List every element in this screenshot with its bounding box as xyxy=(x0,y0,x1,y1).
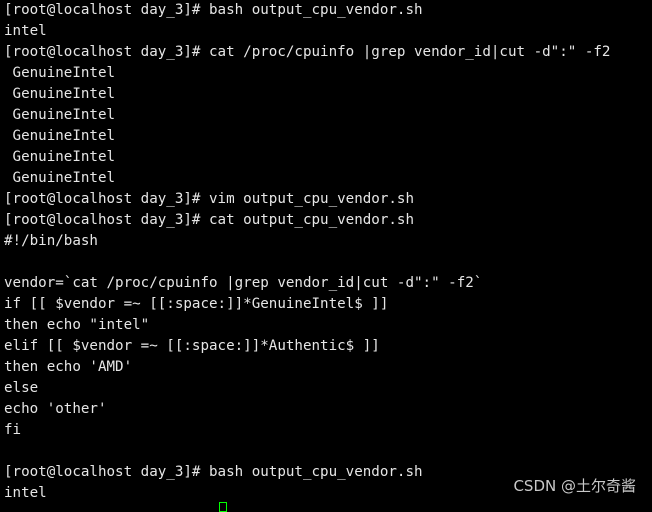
script-line-else: else xyxy=(4,380,39,396)
terminal-line-output: GenuineIntel xyxy=(4,107,116,123)
script-line-shebang: #!/bin/bash xyxy=(4,233,98,249)
script-line-then-intel: then echo "intel" xyxy=(4,317,150,333)
script-line-then-amd: then echo 'AMD' xyxy=(4,359,133,375)
script-line-if: if [[ $vendor =~ [[:space:]]*GenuineInte… xyxy=(4,296,389,312)
terminal-line-output: GenuineIntel xyxy=(4,170,116,186)
terminal-line-prompt-command: [root@localhost day_3]# cat /proc/cpuinf… xyxy=(4,44,611,60)
script-line-elif: elif [[ $vendor =~ [[:space:]]*Authentic… xyxy=(4,338,380,354)
terminal-line-output: GenuineIntel xyxy=(4,149,116,165)
csdn-watermark: CSDN @土尔奇酱 xyxy=(513,477,636,495)
terminal-line-output: GenuineIntel xyxy=(4,128,116,144)
terminal-line-prompt-command: [root@localhost day_3]# vim output_cpu_v… xyxy=(4,191,414,207)
script-line-blank xyxy=(4,252,652,273)
script-line-vendor-assign: vendor=`cat /proc/cpuinfo |grep vendor_i… xyxy=(4,275,483,291)
terminal-line-prompt-command: [root@localhost day_3]# bash output_cpu_… xyxy=(4,2,423,18)
script-line-fi: fi xyxy=(4,422,22,438)
terminal-cursor xyxy=(219,502,227,512)
terminal-line-output: GenuineIntel xyxy=(4,65,116,81)
terminal-line-output: GenuineIntel xyxy=(4,86,116,102)
script-line-echo-other: echo 'other' xyxy=(4,401,107,417)
terminal-window[interactable]: [root@localhost day_3]# bash output_cpu_… xyxy=(0,0,652,506)
terminal-line-output: intel xyxy=(4,23,47,39)
terminal-line-prompt-command: [root@localhost day_3]# cat output_cpu_v… xyxy=(4,212,414,228)
